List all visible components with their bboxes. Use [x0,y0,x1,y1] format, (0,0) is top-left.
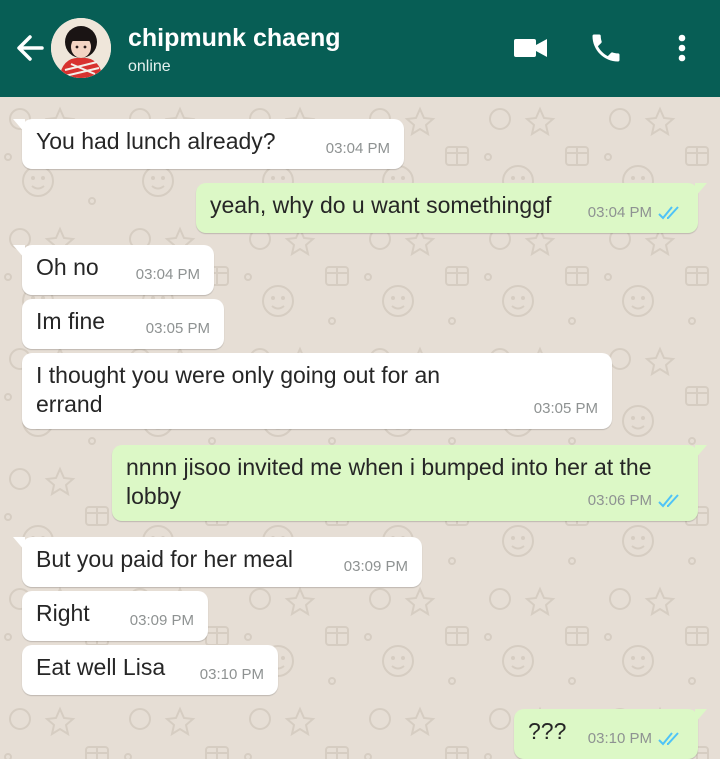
bubble-tail [695,709,707,723]
message-incoming[interactable]: Oh no 03:04 PM [13,245,214,295]
message-text: Eat well Lisa [36,654,166,680]
more-vert-icon [678,34,686,62]
time-label: 03:10 PM [199,666,264,683]
read-ticks-icon [658,493,679,507]
message-text: You had lunch already? [36,128,276,154]
message-time: 03:06 PM [588,486,684,515]
bubble-tail [13,119,25,133]
time-label: 03:05 PM [533,400,598,417]
message-incoming[interactable]: I thought you were only going out for an… [22,353,612,429]
time-label: 03:04 PM [587,204,652,221]
bubble-tail [13,245,25,259]
message-list[interactable]: You had lunch already? 03:04 PM yeah, wh… [0,97,720,759]
message-text: I thought you were only going out for an… [36,362,441,417]
bubble-tail [695,445,707,459]
contact-name[interactable]: chipmunk chaeng [128,24,341,53]
message-incoming[interactable]: Eat well Lisa 03:10 PM [22,645,278,695]
message-text: ??? [528,718,567,744]
message-time: 03:09 PM [130,606,194,635]
chat-header: chipmunk chaeng online [0,0,720,97]
read-ticks-icon [658,731,679,745]
video-call-icon [514,39,547,57]
message-text: Oh no [36,254,99,280]
message-time: 03:05 PM [146,314,210,343]
time-label: 03:06 PM [587,492,652,509]
message-outgoing[interactable]: ??? 03:10 PM [514,709,707,759]
message-incoming[interactable]: Im fine 03:05 PM [22,299,224,349]
message-text: But you paid for her meal [36,546,293,572]
avatar[interactable] [51,18,111,78]
time-label: 03:09 PM [343,558,408,575]
more-options-button[interactable] [670,30,694,66]
bubble-tail [13,537,25,551]
video-call-button[interactable] [512,32,550,64]
back-arrow-icon [17,35,44,61]
time-label: 03:05 PM [145,320,210,337]
bubble-tail [695,183,707,197]
message-text: Right [36,600,90,626]
read-ticks-icon [658,205,679,219]
message-outgoing[interactable]: yeah, why do u want somethinggf 03:04 PM [196,183,707,233]
time-label: 03:04 PM [135,266,200,283]
voice-call-button[interactable] [588,30,624,66]
message-time: 03:10 PM [200,660,264,689]
message-outgoing[interactable]: nnnn jisoo invited me when i bumped into… [112,445,707,521]
message-incoming[interactable]: You had lunch already? 03:04 PM [13,119,404,169]
message-text: yeah, why do u want somethinggf [210,192,552,218]
message-text: Im fine [36,308,106,334]
message-incoming[interactable]: Right 03:09 PM [22,591,208,641]
message-incoming[interactable]: But you paid for her meal 03:09 PM [13,537,422,587]
message-time: 03:10 PM [588,724,684,753]
time-label: 03:09 PM [129,612,194,629]
message-text: nnnn jisoo invited me when i bumped into… [126,454,652,509]
message-time: 03:04 PM [136,260,200,289]
phone-icon [592,34,620,62]
message-time: 03:04 PM [588,198,684,227]
time-label: 03:04 PM [325,140,390,157]
contact-status: online [128,58,171,75]
contact-photo [51,18,111,78]
message-time: 03:04 PM [326,134,390,163]
back-button[interactable] [12,28,48,68]
time-label: 03:10 PM [587,730,652,747]
message-time: 03:09 PM [344,552,408,581]
message-time: 03:05 PM [534,394,598,423]
